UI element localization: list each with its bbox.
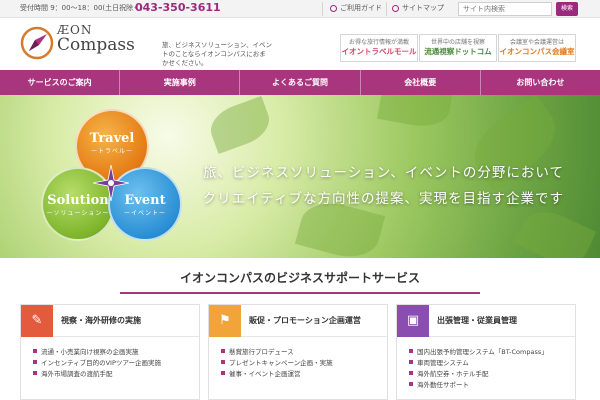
list-item-label: 流通・小売業向け視察の企画実施 — [41, 348, 139, 356]
card-title: 販促・プロモーション企画運営 — [249, 316, 361, 325]
hero-banner: Travel ートラベルー Solution ーソリューションー Event ー… — [0, 95, 600, 258]
guide-link-label: ご利用ガイド — [340, 4, 382, 12]
list-item-label: 催事・イベント企画運営 — [229, 370, 301, 378]
search-button[interactable]: 検索 — [556, 2, 578, 16]
link-subtitle: 世界中の店舗を視察 — [430, 39, 485, 46]
bullet-icon — [409, 371, 413, 375]
list-item-label: 懸賞旅行プロデュース — [229, 348, 294, 356]
bullet-icon — [221, 349, 225, 353]
sitemap-link[interactable]: サイトマップ — [392, 3, 444, 13]
card-title: 出張管理・従業員管理 — [437, 316, 517, 325]
list-item[interactable]: プレゼントキャンペーン企画・実施 — [221, 358, 377, 369]
list-item[interactable]: 海外勤任サポート — [409, 380, 565, 391]
travel-mall-link[interactable]: お得な旅行情報が満載 イオントラベルモール — [340, 34, 418, 62]
list-item[interactable]: 国内出張予約管理システム「BT-Compass」 — [409, 347, 565, 358]
link-title: 流通視察ドットコム — [424, 47, 492, 56]
list-item-label: 海外市場調査の渡航手配 — [41, 370, 113, 378]
leaf-decoration — [513, 202, 597, 258]
link-subtitle: 会議室や会議運営は — [509, 39, 564, 46]
list-item-label: 海外航空券・ホテル手配 — [417, 370, 489, 378]
card-list: 懸賞旅行プロデュース プレゼントキャンペーン企画・実施 催事・イベント企画運営 — [209, 337, 387, 380]
bullet-icon — [33, 371, 37, 375]
leaf-decoration — [377, 95, 453, 131]
solution-subtitle: ーソリューションー — [46, 210, 110, 217]
bullet-icon — [409, 382, 413, 386]
hero-caption-line2: クリエイティブな方向性の提案、実現を目指す企業です — [202, 191, 564, 207]
list-item-label: プレゼントキャンペーン企画・実施 — [229, 359, 333, 367]
bullet-icon — [33, 360, 37, 364]
nav-item-faq[interactable]: よくあるご質問 — [240, 70, 361, 95]
card-header: ✎ 視察・海外研修の実施 — [21, 304, 199, 337]
card-list: 国内出張予約管理システム「BT-Compass」 車両管理システム 海外航空券・… — [397, 337, 575, 391]
list-item[interactable]: 催事・イベント企画運営 — [221, 369, 377, 380]
guide-link[interactable]: ご利用ガイド — [330, 3, 382, 13]
card-title: 視察・海外研修の実施 — [61, 316, 141, 325]
nav-item-cases[interactable]: 実施事例 — [120, 70, 241, 95]
service-card-promotion[interactable]: ⚑ 販促・プロモーション企画運営 懸賞旅行プロデュース プレゼントキャンペーン企… — [208, 304, 388, 400]
list-item[interactable]: 懸賞旅行プロデュース — [221, 347, 377, 358]
divider — [386, 2, 387, 16]
leaf-decoration — [204, 95, 276, 155]
suitcase-icon: ▣ — [397, 304, 429, 337]
main-nav: サービスのご案内 実施事例 よくあるご質問 会社概要 お問い合わせ — [0, 70, 600, 95]
bullet-icon — [409, 360, 413, 364]
sitemap-link-label: サイトマップ — [402, 4, 444, 12]
list-item-label: 海外勤任サポート — [417, 381, 469, 389]
nav-item-services[interactable]: サービスのご案内 — [0, 70, 121, 95]
bullet-icon — [33, 349, 37, 353]
nav-item-contact[interactable]: お問い合わせ — [481, 70, 600, 95]
bullet-icon — [409, 349, 413, 353]
bullet-icon — [221, 360, 225, 364]
site-header: ÆON Compass 旅、ビジネスソリューション、イベントのことならイオンコン… — [0, 18, 600, 70]
list-item[interactable]: インセンティブ目的のVIPツアー企画実施 — [33, 358, 189, 369]
brand-logo[interactable]: ÆON Compass — [57, 24, 135, 54]
compass-star-icon — [93, 165, 129, 201]
phone-number[interactable]: 043-350-3611 — [135, 1, 221, 14]
sitemap-icon — [392, 4, 399, 12]
site-search-input[interactable] — [458, 2, 552, 16]
link-title: イオントラベルモール — [341, 47, 417, 56]
nav-item-company[interactable]: 会社概要 — [361, 70, 481, 95]
list-item-label: 車両管理システム — [417, 359, 469, 367]
link-subtitle: お得な旅行情報が満載 — [348, 39, 409, 46]
meeting-room-link[interactable]: 会議室や会議運営は イオンコンパス会議室 — [498, 34, 576, 62]
event-subtitle: ーイベントー — [123, 210, 166, 217]
card-header: ▣ 出張管理・従業員管理 — [397, 304, 575, 337]
utility-bar: 受付時間 9：00〜18：00(土日祝除く) 043-350-3611 ご利用ガ… — [0, 0, 600, 18]
list-item[interactable]: 海外市場調査の渡航手配 — [33, 369, 189, 380]
link-title: イオンコンパス会議室 — [499, 47, 575, 56]
tagline: 旅、ビジネスソリューション、イベントのことならイオンコンパスにおまかせください。 — [162, 41, 272, 67]
list-item[interactable]: 車両管理システム — [409, 358, 565, 369]
card-header: ⚑ 販促・プロモーション企画運営 — [209, 304, 387, 337]
divider — [322, 2, 323, 16]
travel-title: Travel — [89, 131, 135, 146]
business-hours: 受付時間 9：00〜18：00(土日祝除く) — [20, 4, 143, 12]
logo-line2: Compass — [57, 35, 135, 55]
section-title: イオンコンパスのビジネスサポートサービス — [179, 271, 420, 285]
list-item-label: インセンティブ目的のVIPツアー企画実施 — [41, 359, 162, 367]
pencil-icon: ✎ — [21, 304, 53, 337]
retail-inspection-link[interactable]: 世界中の店舗を視察 流通視察ドットコム — [419, 34, 497, 62]
list-item-label: 国内出張予約管理システム「BT-Compass」 — [417, 348, 548, 356]
service-card-inspection[interactable]: ✎ 視察・海外研修の実施 流通・小売業向け視察の企画実施 インセンティブ目的のV… — [20, 304, 200, 400]
section-divider — [120, 292, 480, 294]
help-icon — [330, 4, 337, 12]
flag-icon: ⚑ — [209, 304, 241, 337]
list-item[interactable]: 海外航空券・ホテル手配 — [409, 369, 565, 380]
travel-subtitle: ートラベルー — [90, 148, 133, 155]
list-item[interactable]: 流通・小売業向け視察の企画実施 — [33, 347, 189, 358]
card-list: 流通・小売業向け視察の企画実施 インセンティブ目的のVIPツアー企画実施 海外市… — [21, 337, 199, 380]
bullet-icon — [221, 371, 225, 375]
service-card-business-travel[interactable]: ▣ 出張管理・従業員管理 国内出張予約管理システム「BT-Compass」 車両… — [396, 304, 576, 400]
hero-caption-line1: 旅、ビジネスソリューション、イベントの分野において — [202, 165, 564, 181]
compass-logo-icon[interactable] — [20, 26, 54, 60]
